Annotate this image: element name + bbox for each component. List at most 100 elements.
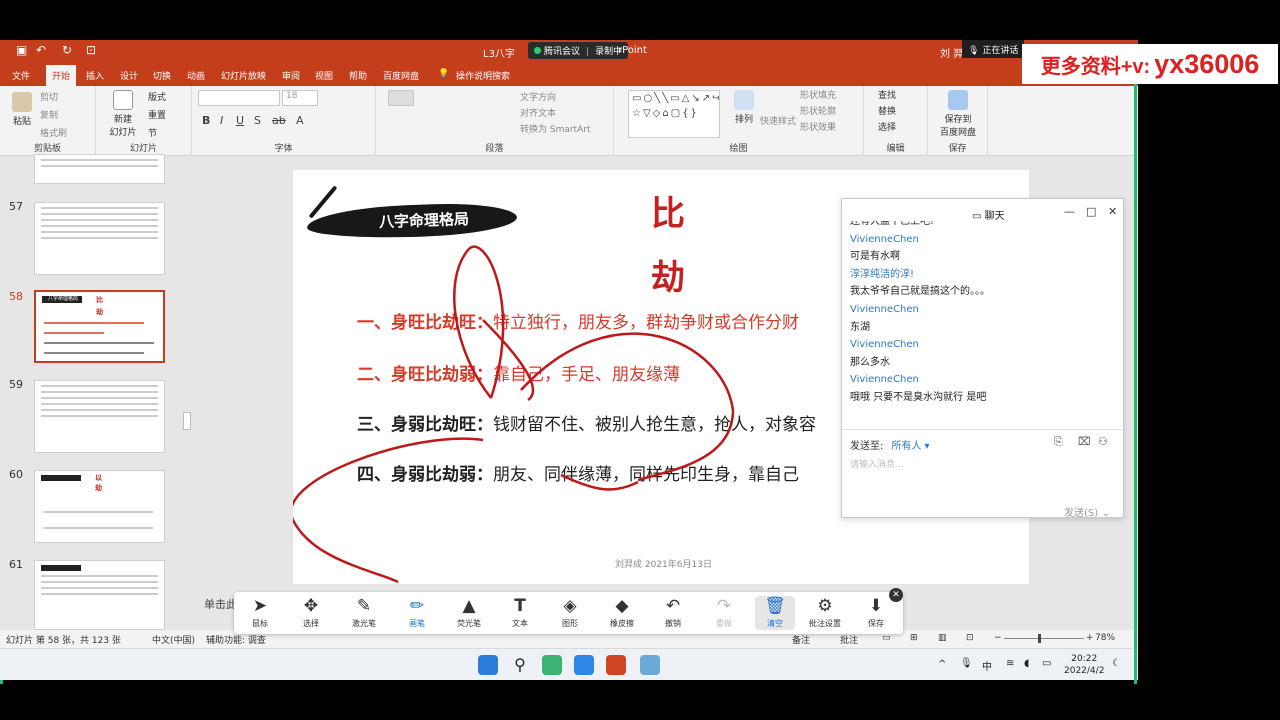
reset-button[interactable]: 重置 [148, 108, 166, 121]
comments-button[interactable]: 批注 [840, 633, 858, 646]
cut-button[interactable]: 剪切 [40, 90, 58, 103]
slide-thumb-56[interactable] [34, 154, 165, 184]
photos-icon[interactable] [640, 655, 660, 675]
redo-icon[interactable]: ↻ [62, 43, 72, 57]
tool-eraser[interactable]: ◆ 橡皮擦 [602, 596, 642, 629]
paste-button[interactable]: 粘贴 [10, 92, 34, 127]
powerpoint-icon[interactable] [606, 655, 626, 675]
accessibility-status[interactable]: 辅助功能: 调查 [206, 633, 266, 646]
maximize-icon[interactable]: □ [1086, 205, 1096, 218]
tab-insert[interactable]: 插入 [86, 69, 104, 82]
tab-home[interactable]: 开始 [46, 65, 77, 86]
reading-view-icon[interactable]: ▥ [938, 633, 947, 643]
screenshot-icon[interactable]: ⌧ [1078, 435, 1091, 448]
ime-indicator[interactable]: 中 [982, 658, 992, 673]
volume-icon[interactable]: ◖ [1024, 658, 1029, 669]
list-style-combo[interactable] [388, 90, 414, 106]
send-button[interactable]: 发送(S) ⌄ [1064, 504, 1110, 519]
shape-outline-button[interactable]: 形状轮廓 [800, 104, 836, 117]
font-size-combo[interactable]: 18 [282, 90, 318, 106]
tool-laser[interactable]: ✎ 激光笔 [344, 596, 384, 629]
format-painter-button[interactable]: 格式刷 [40, 126, 67, 139]
zoom-in-button[interactable]: + [1086, 633, 1094, 643]
align-text-button[interactable]: 对齐文本 [520, 106, 556, 119]
user-icon[interactable]: ⚇ [1098, 435, 1108, 448]
user-name[interactable]: 刘 羿 [940, 45, 963, 60]
zoom-slider-thumb[interactable] [1038, 634, 1041, 643]
arrange-button[interactable]: 排列 [732, 90, 756, 125]
wechat-icon[interactable] [542, 655, 562, 675]
tool-annotation-settings[interactable]: ⚙ 批注设置 [805, 596, 845, 629]
new-slide-button[interactable]: 新建 幻灯片 [106, 90, 140, 138]
tool-pen[interactable]: ✏ 画笔 [397, 596, 437, 629]
chevron-up-icon[interactable]: ^ [938, 659, 946, 670]
notification-icon[interactable]: ☾ [1112, 658, 1121, 669]
layout-button[interactable]: 版式 [148, 90, 166, 103]
zoom-level[interactable]: 78% [1095, 633, 1115, 643]
tab-slideshow[interactable]: 幻灯片放映 [221, 69, 266, 82]
slide-thumb-57[interactable] [34, 202, 165, 275]
italic-button[interactable]: I [220, 114, 223, 127]
save-icon[interactable]: ▣ [16, 43, 27, 57]
notes-button[interactable]: 备注 [792, 633, 810, 646]
notes-placeholder[interactable]: 单击此 [204, 596, 237, 612]
tell-me-search[interactable]: 操作说明搜索 [456, 69, 510, 82]
mic-icon[interactable]: 🎙 [960, 658, 973, 669]
save-to-baidu-button[interactable]: 保存到 百度网盘 [936, 90, 980, 138]
battery-icon[interactable]: ▭ [1042, 658, 1051, 669]
send-to-select[interactable]: 所有人 [891, 441, 921, 452]
find-button[interactable]: 查找 [878, 88, 896, 101]
tencent-meeting-icon[interactable] [574, 655, 594, 675]
slide-thumb-61[interactable] [34, 560, 165, 630]
shapes-gallery[interactable]: ▭○╲╲▭△↘↗↪⇆⌒⌒{}☆▽◇⌂▢{} [628, 90, 720, 138]
meeting-indicator[interactable]: 腾讯会议 | 录制中 [528, 42, 629, 59]
chevron-down-icon[interactable]: ▾ [921, 441, 930, 452]
tab-animations[interactable]: 动画 [187, 69, 205, 82]
tool-clear[interactable]: 🗑 清空 [755, 596, 795, 630]
chevron-down-icon[interactable]: ⌄ [1101, 508, 1109, 519]
shape-fill-button[interactable]: 形状填充 [800, 88, 836, 101]
tool-undo[interactable]: ↶ 撤销 [653, 596, 693, 629]
tool-redo[interactable]: ↷ 重做 [704, 596, 744, 629]
section-button[interactable]: 节 [148, 126, 157, 139]
underline-button[interactable]: U [236, 114, 244, 127]
smartart-button[interactable]: 转换为 SmartArt [520, 122, 590, 135]
slide-thumb-60[interactable]: 以劫 [34, 470, 165, 543]
wifi-icon[interactable]: ≋ [1006, 658, 1014, 669]
close-icon[interactable]: ✕ [889, 588, 903, 602]
zoom-slider[interactable] [1004, 638, 1084, 639]
strikethrough-button[interactable]: ab [272, 114, 286, 127]
undo-icon[interactable]: ↶ [36, 43, 46, 57]
file-icon[interactable]: ⎘ [1054, 435, 1063, 449]
close-icon[interactable]: ✕ [1108, 205, 1117, 218]
tool-cursor[interactable]: ➤ 鼠标 [240, 596, 280, 629]
sorter-view-icon[interactable]: ⊞ [910, 633, 918, 643]
tool-text[interactable]: T 文本 [500, 596, 540, 629]
select-button[interactable]: 选择 [878, 120, 896, 133]
tab-file[interactable]: 文件 [12, 69, 30, 82]
text-direction-button[interactable]: 文字方向 [520, 90, 556, 103]
tab-help[interactable]: 帮助 [349, 69, 367, 82]
replace-button[interactable]: 替换 [878, 104, 896, 117]
shape-effects-button[interactable]: 形状效果 [800, 120, 836, 133]
tool-select[interactable]: ✥ 选择 [291, 596, 331, 629]
bold-button[interactable]: B [202, 114, 210, 127]
slide-thumb-58[interactable]: 八字命理格局 比劫 [34, 290, 165, 363]
quick-styles-button[interactable]: 快速样式 [760, 114, 796, 127]
windows-start-icon[interactable] [478, 655, 498, 675]
tab-design[interactable]: 设计 [120, 69, 138, 82]
font-name-combo[interactable] [198, 90, 280, 106]
system-clock[interactable]: 20:22 2022/4/2 [1064, 653, 1104, 677]
slideshow-view-icon[interactable]: ⊡ [966, 633, 974, 643]
present-icon[interactable]: ⊡ [86, 43, 96, 57]
zoom-out-button[interactable]: − [994, 633, 1002, 643]
minimize-icon[interactable]: — [1064, 205, 1075, 218]
tool-save[interactable]: ⬇ 保存 [856, 596, 896, 629]
thumbnail-scrollbar[interactable] [183, 156, 191, 668]
font-color-button[interactable]: A [296, 114, 304, 127]
tool-highlighter[interactable]: ▲ 荧光笔 [449, 596, 489, 629]
tab-view[interactable]: 视图 [315, 69, 333, 82]
language-status[interactable]: 中文(中国) [152, 633, 195, 646]
shadow-button[interactable]: S [254, 114, 261, 127]
search-icon[interactable]: ⚲ [510, 655, 530, 675]
